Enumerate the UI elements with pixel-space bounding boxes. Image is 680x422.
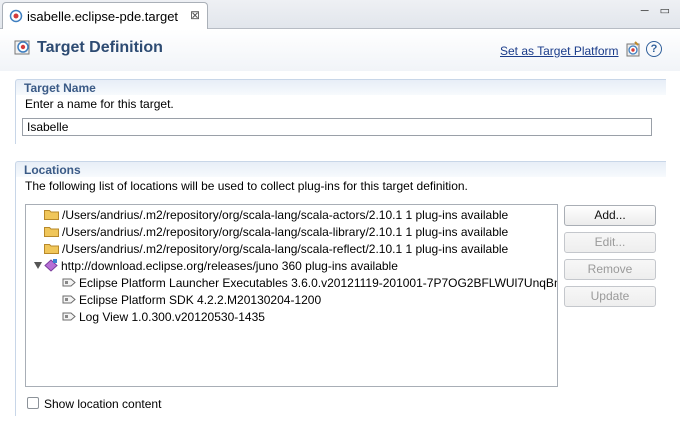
close-icon[interactable]: ⊠: [190, 8, 200, 22]
expand-toggle-icon[interactable]: [34, 262, 42, 269]
tree-row-location[interactable]: /Users/andrius/.m2/repository/org/scala-…: [44, 241, 508, 258]
tree-row-location[interactable]: /Users/andrius/.m2/repository/org/scala-…: [44, 224, 508, 241]
target-name-field[interactable]: [22, 118, 652, 136]
tree-row-label: /Users/andrius/.m2/repository/org/scala-…: [62, 225, 509, 239]
form-header: Target Definition Set as Target Platform…: [0, 29, 680, 71]
section-divider: [15, 94, 16, 144]
page-title: Target Definition: [37, 39, 163, 56]
locations-section-title: Locations: [24, 163, 81, 177]
locations-tree[interactable]: /Users/andrius/.m2/repository/org/scala-…: [25, 204, 558, 387]
show-location-content-checkbox[interactable]: [27, 397, 39, 409]
target-platform-icon[interactable]: [625, 41, 641, 57]
update-site-icon: [44, 259, 58, 272]
maximize-icon[interactable]: ▭: [660, 4, 670, 17]
folder-icon: [44, 210, 59, 220]
minimize-icon[interactable]: ─: [641, 5, 649, 17]
folder-icon: [44, 227, 59, 237]
target-name-description: Enter a name for this target.: [25, 97, 174, 111]
editor-tab-strip: isabelle.eclipse-pde.target ⊠ ─ ▭: [0, 0, 680, 29]
help-icon[interactable]: ?: [646, 41, 662, 57]
folder-icon: [44, 244, 59, 254]
window-controls: ─ ▭: [633, 4, 670, 17]
tree-row-label: Eclipse Platform SDK 4.2.2.M20130204-120…: [79, 293, 322, 307]
feature-icon: [62, 312, 76, 321]
tree-row-feature[interactable]: Eclipse Platform Launcher Executables 3.…: [62, 275, 558, 292]
feature-icon: [62, 278, 76, 287]
tree-row-label: Log View 1.0.300.v20120530-1435: [79, 310, 265, 324]
editor-tab-label: isabelle.eclipse-pde.target: [27, 9, 179, 24]
tree-row-location[interactable]: http://download.eclipse.org/releases/jun…: [44, 258, 398, 275]
tree-row-label: http://download.eclipse.org/releases/jun…: [61, 259, 398, 273]
show-location-content-label: Show location content: [44, 397, 162, 411]
tree-row-label: Eclipse Platform Launcher Executables 3.…: [79, 276, 558, 290]
locations-description: The following list of locations will be …: [25, 179, 468, 193]
edit-button[interactable]: Edit...: [564, 232, 656, 253]
target-definition-icon: [14, 40, 30, 55]
tree-row-label: /Users/andrius/.m2/repository/org/scala-…: [62, 242, 509, 256]
tree-row-label: /Users/andrius/.m2/repository/org/scala-…: [62, 208, 509, 222]
locations-section-header[interactable]: Locations: [15, 161, 666, 177]
section-divider: [15, 176, 16, 416]
tree-row-feature[interactable]: Log View 1.0.300.v20120530-1435: [62, 309, 265, 326]
set-as-target-platform-link[interactable]: Set as Target Platform: [500, 44, 619, 58]
feature-icon: [62, 295, 76, 304]
add-button[interactable]: Add...: [564, 205, 656, 226]
target-file-icon: [9, 9, 23, 23]
tree-row-location[interactable]: /Users/andrius/.m2/repository/org/scala-…: [44, 207, 508, 224]
editor-tab[interactable]: isabelle.eclipse-pde.target ⊠: [2, 2, 208, 29]
target-name-section-title: Target Name: [24, 81, 96, 95]
remove-button[interactable]: Remove: [564, 259, 656, 280]
update-button[interactable]: Update: [564, 286, 656, 307]
target-name-section-header[interactable]: Target Name: [15, 79, 666, 95]
tree-row-feature[interactable]: Eclipse Platform SDK 4.2.2.M20130204-120…: [62, 292, 321, 309]
